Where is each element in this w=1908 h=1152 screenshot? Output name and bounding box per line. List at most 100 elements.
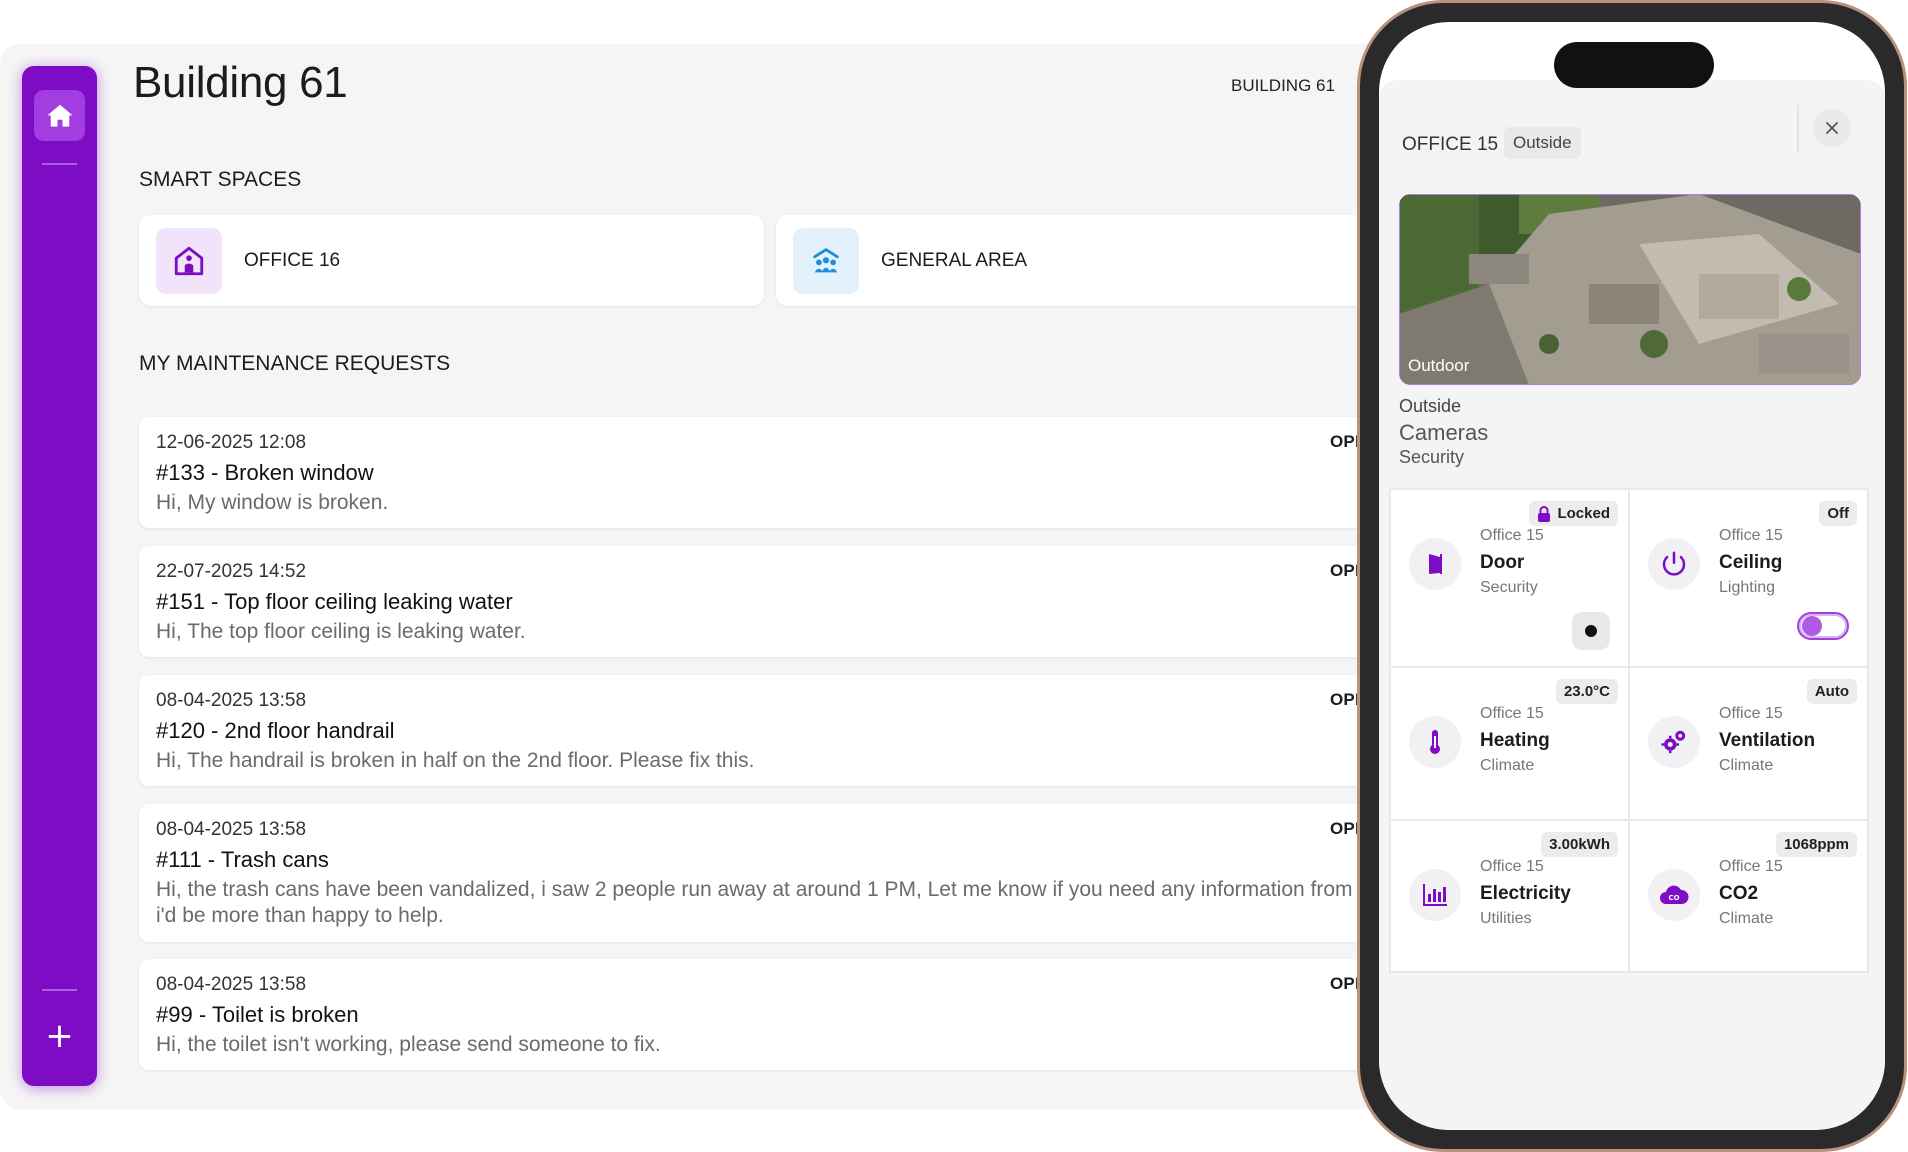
office-person-icon — [156, 227, 222, 294]
device-tile-ventilation[interactable]: Auto Office 15 Ventilation Climate — [1630, 668, 1867, 819]
space-card-general-area[interactable]: GENERAL AREA — [776, 215, 1436, 306]
camera-location: Outside — [1399, 396, 1462, 416]
tile-name: CO2 — [1719, 883, 1759, 904]
lock-toggle-button[interactable] — [1572, 612, 1610, 650]
request-title: #99 - Toilet is broken — [156, 1002, 359, 1027]
tile-location: Office 15 — [1719, 527, 1783, 544]
sheet-office-label: OFFICE 15 • — [1402, 134, 1511, 155]
tile-name: Electricity — [1480, 883, 1571, 904]
tile-location: Office 15 — [1719, 705, 1783, 722]
camera-overlay-label: Outdoor — [1408, 356, 1470, 375]
door-icon — [1409, 538, 1461, 590]
dynamic-island — [1554, 42, 1714, 88]
rail-divider — [42, 989, 77, 991]
request-card[interactable]: 22-07-2025 14:52 OPENED #151 - Top floor… — [139, 546, 1409, 657]
tile-location: Office 15 — [1480, 705, 1544, 722]
request-description: Hi, The top floor ceiling is leaking wat… — [156, 620, 526, 643]
close-icon — [1826, 122, 1838, 134]
close-button[interactable] — [1813, 109, 1851, 147]
status-badge: 3.00kWh — [1541, 832, 1618, 857]
status-badge: 23.0°C — [1555, 679, 1618, 704]
plus-icon: + — [45, 1016, 74, 1056]
request-card[interactable]: 08-04-2025 13:58 OPENED #120 - 2nd floor… — [139, 675, 1409, 786]
tile-name: Door — [1480, 552, 1525, 573]
request-description: Hi, My window is broken. — [156, 491, 389, 514]
tile-category: Utilities — [1480, 910, 1532, 927]
home-button[interactable] — [34, 90, 85, 141]
tile-name: Ceiling — [1719, 552, 1783, 573]
side-rail: + — [22, 66, 97, 1086]
badge-text: Off — [1827, 505, 1849, 522]
tile-location: Office 15 — [1719, 858, 1783, 875]
add-button[interactable]: + — [22, 1016, 97, 1056]
home-icon — [47, 104, 72, 127]
request-title: #120 - 2nd floor handrail — [156, 718, 395, 743]
building-breadcrumb[interactable]: BUILDING 61 — [1231, 76, 1335, 96]
phone-frame: OFFICE 15 • Outside Outdoor Outside Came… — [1357, 0, 1907, 1152]
dot-icon — [1585, 625, 1597, 637]
space-label: GENERAL AREA — [881, 249, 1028, 271]
status-badge: Off — [1819, 501, 1857, 526]
maintenance-heading: MY MAINTENANCE REQUESTS — [139, 352, 451, 375]
request-date: 08-04-2025 13:58 — [156, 819, 307, 840]
badge-text: 23.0°C — [1563, 683, 1610, 700]
badge-text: 1068ppm — [1783, 836, 1849, 853]
status-badge: 1068ppm — [1775, 832, 1857, 857]
thermometer-icon — [1409, 716, 1461, 768]
space-card-office-16[interactable]: OFFICE 16 — [139, 215, 764, 306]
request-description: Hi, the trash cans have been vandalized,… — [156, 878, 1394, 927]
tile-category: Security — [1480, 579, 1538, 596]
badge-text: Locked — [1557, 505, 1610, 522]
space-label: OFFICE 16 — [244, 249, 341, 271]
status-badge: Locked — [1529, 501, 1618, 526]
camera-name: Cameras — [1399, 420, 1489, 445]
device-grid: Locked Office 15 Door Security Off Offic… — [1389, 488, 1869, 973]
tile-category: Climate — [1719, 757, 1774, 774]
toggle-knob — [1802, 616, 1822, 636]
device-tile-heating[interactable]: 23.0°C Office 15 Heating Climate — [1391, 668, 1628, 819]
device-tile-door[interactable]: Locked Office 15 Door Security — [1391, 490, 1628, 666]
request-date: 22-07-2025 14:52 — [156, 561, 307, 582]
device-tile-ceiling[interactable]: Off Office 15 Ceiling Lighting — [1630, 490, 1867, 666]
request-date: 12-06-2025 12:08 — [156, 432, 307, 453]
camera-category: Security — [1399, 447, 1465, 467]
tile-category: Climate — [1480, 757, 1535, 774]
smart-spaces-heading: SMART SPACES — [139, 168, 302, 191]
request-title: #133 - Broken window — [156, 460, 374, 485]
request-description: Hi, the toilet isn't working, please sen… — [156, 1033, 661, 1056]
people-group-icon — [793, 227, 859, 294]
request-title: #111 - Trash cans — [156, 847, 329, 872]
device-sheet: OFFICE 15 • Outside Outdoor Outside Came… — [1379, 80, 1885, 1130]
bar-chart-icon — [1409, 869, 1461, 921]
badge-text: Auto — [1814, 683, 1849, 700]
badge-text: 3.00kWh — [1549, 836, 1610, 853]
request-description: Hi, The handrail is broken in half on th… — [156, 749, 755, 772]
request-date: 08-04-2025 13:58 — [156, 974, 307, 995]
tile-location: Office 15 — [1480, 858, 1544, 875]
power-icon — [1648, 538, 1700, 590]
request-date: 08-04-2025 13:58 — [156, 690, 307, 711]
tile-category: Lighting — [1719, 579, 1776, 596]
tile-location: Office 15 — [1480, 527, 1544, 544]
camera-preview[interactable]: Outdoor — [1399, 194, 1861, 385]
request-card[interactable]: 08-04-2025 13:58 OPENED #99 - Toilet is … — [139, 959, 1409, 1070]
rail-divider — [42, 163, 77, 165]
tile-category: Climate — [1719, 910, 1774, 927]
tile-name: Ventilation — [1719, 730, 1816, 751]
phone-screen: OFFICE 15 • Outside Outdoor Outside Came… — [1379, 22, 1885, 1130]
device-tile-electricity[interactable]: 3.00kWh Office 15 Electricity Utilities — [1391, 821, 1628, 971]
gears-icon — [1648, 716, 1700, 768]
location-chip[interactable]: Outside — [1504, 127, 1581, 159]
header-divider — [1797, 105, 1799, 153]
request-card[interactable]: 12-06-2025 12:08 OPENED #133 - Broken wi… — [139, 417, 1409, 528]
request-card[interactable]: 08-04-2025 13:58 OPENED #111 - Trash can… — [139, 804, 1409, 942]
tile-name: Heating — [1480, 730, 1550, 751]
light-toggle[interactable] — [1797, 612, 1849, 640]
svg-text:CO: CO — [1668, 894, 1679, 902]
page-title: Building 61 — [133, 58, 348, 107]
request-title: #151 - Top floor ceiling leaking water — [156, 589, 513, 614]
co2-cloud-icon: CO — [1648, 869, 1700, 921]
lock-icon — [1538, 505, 1551, 522]
status-badge: Auto — [1806, 679, 1857, 704]
device-tile-co2[interactable]: 1068ppm CO Office 15 CO2 Climate — [1630, 821, 1867, 971]
